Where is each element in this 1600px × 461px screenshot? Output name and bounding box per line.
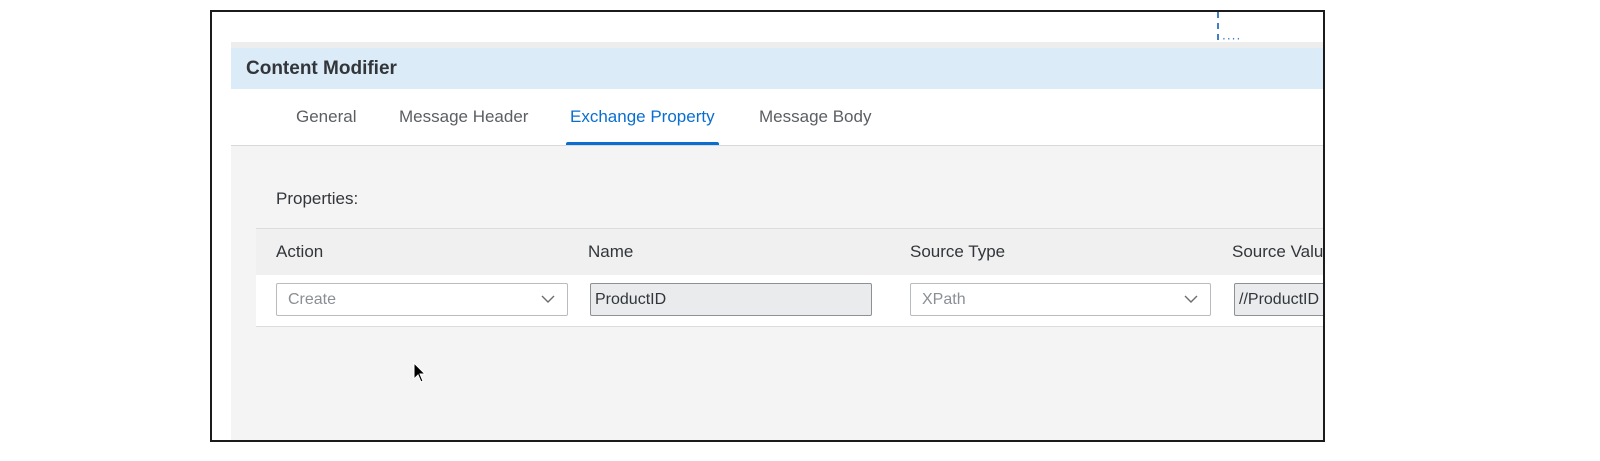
properties-table-header: Action Name Source Type Source Valu bbox=[256, 228, 1323, 276]
source-value-field[interactable]: //ProductID bbox=[1234, 283, 1323, 316]
panel-title-bar: Content Modifier bbox=[231, 48, 1323, 89]
name-field[interactable]: ProductID bbox=[590, 283, 872, 316]
column-header-source-value: Source Valu bbox=[1232, 242, 1324, 261]
chevron-down-icon[interactable] bbox=[541, 292, 555, 306]
content-modifier-window: ···· Content Modifier General Message He… bbox=[210, 10, 1325, 442]
tab-general[interactable]: General bbox=[292, 89, 360, 145]
source-value-field-value: //ProductID bbox=[1239, 290, 1320, 308]
tab-content: Properties: Action Name Source Type Sour… bbox=[231, 146, 1323, 440]
panel-title: Content Modifier bbox=[246, 57, 397, 79]
left-rail bbox=[212, 12, 232, 440]
tab-message-header[interactable]: Message Header bbox=[395, 89, 532, 145]
column-header-name: Name bbox=[588, 242, 634, 261]
name-field-value: ProductID bbox=[595, 290, 667, 308]
tab-bar: General Message Header Exchange Property… bbox=[231, 89, 1323, 146]
source-type-select[interactable]: XPath bbox=[910, 283, 1211, 316]
column-header-source-type: Source Type bbox=[910, 242, 1006, 261]
action-select[interactable]: Create bbox=[276, 283, 568, 316]
column-header-action: Action bbox=[276, 242, 324, 261]
action-select-value: Create bbox=[288, 290, 337, 308]
mouse-cursor-icon bbox=[413, 362, 427, 383]
canvas-area[interactable] bbox=[231, 12, 1323, 42]
properties-label: Properties: bbox=[276, 189, 359, 208]
table-row[interactable]: Create ProductID XPath //ProductID bbox=[256, 275, 1323, 327]
tab-message-body[interactable]: Message Body bbox=[755, 89, 875, 145]
chevron-down-icon[interactable] bbox=[1184, 292, 1198, 306]
tab-exchange-property[interactable]: Exchange Property bbox=[566, 89, 719, 145]
source-type-select-value: XPath bbox=[922, 290, 966, 308]
dashed-connector-icon[interactable] bbox=[1217, 12, 1219, 40]
